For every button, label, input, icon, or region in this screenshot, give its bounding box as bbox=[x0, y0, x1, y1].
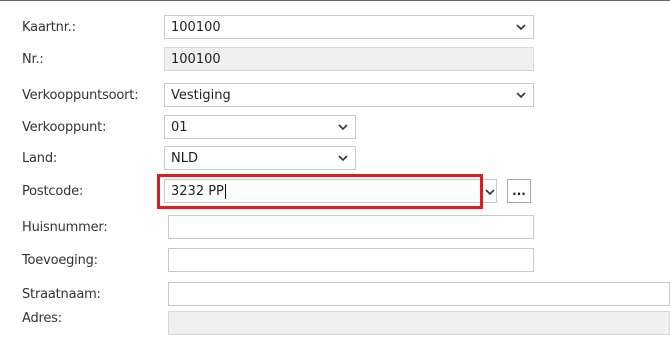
verkooppuntsoort-select[interactable]: Vestiging bbox=[164, 83, 534, 107]
verkooppuntsoort-value: Vestiging bbox=[171, 87, 231, 103]
row-straatnaam: Straatnaam: bbox=[0, 279, 670, 309]
label-toevoeging: Toevoeging: bbox=[22, 252, 98, 268]
top-divider bbox=[0, 0, 670, 1]
row-toevoeging: Toevoeging: bbox=[0, 245, 670, 275]
label-postcode: Postcode: bbox=[22, 183, 84, 199]
verkooppunt-value: 01 bbox=[171, 119, 188, 135]
label-verkooppunt: Verkooppunt: bbox=[22, 119, 107, 135]
row-postcode: Postcode: 3232 PP ... bbox=[0, 176, 670, 206]
land-value: NLD bbox=[171, 150, 198, 166]
nr-field: 100100 bbox=[164, 47, 534, 71]
row-kaartnr: Kaartnr.: 100100 bbox=[0, 12, 670, 42]
chevron-down-icon[interactable] bbox=[484, 186, 496, 196]
label-nr: Nr.: bbox=[22, 51, 44, 67]
postcode-input[interactable]: 3232 PP bbox=[164, 179, 497, 203]
label-land: Land: bbox=[22, 150, 58, 166]
chevron-down-icon[interactable] bbox=[515, 22, 527, 32]
kaartnr-value: 100100 bbox=[171, 19, 221, 35]
straatnaam-input[interactable] bbox=[168, 282, 670, 306]
row-adres: Adres: bbox=[0, 308, 670, 338]
kaartnr-select[interactable]: 100100 bbox=[164, 15, 534, 39]
chevron-down-icon[interactable] bbox=[337, 153, 349, 163]
row-verkooppuntsoort: Verkooppuntsoort: Vestiging bbox=[0, 80, 670, 110]
label-verkooppuntsoort: Verkooppuntsoort: bbox=[22, 87, 139, 103]
adres-field bbox=[168, 311, 670, 335]
verkooppunt-select[interactable]: 01 bbox=[164, 115, 356, 139]
text-cursor bbox=[224, 183, 226, 199]
huisnummer-input[interactable] bbox=[168, 215, 534, 239]
row-land: Land: NLD bbox=[0, 143, 670, 173]
chevron-down-icon[interactable] bbox=[515, 90, 527, 100]
label-huisnummer: Huisnummer: bbox=[22, 219, 108, 235]
toevoeging-input[interactable] bbox=[168, 248, 534, 272]
label-adres: Adres: bbox=[22, 311, 62, 326]
label-straatnaam: Straatnaam: bbox=[22, 286, 101, 302]
row-huisnummer: Huisnummer: bbox=[0, 212, 670, 242]
row-verkooppunt: Verkooppunt: 01 bbox=[0, 112, 670, 142]
nr-value: 100100 bbox=[171, 51, 221, 67]
row-nr: Nr.: 100100 bbox=[0, 44, 670, 74]
label-kaartnr: Kaartnr.: bbox=[22, 19, 76, 35]
postcode-value: 3232 PP bbox=[171, 183, 224, 199]
land-select[interactable]: NLD bbox=[164, 146, 356, 170]
postcode-lookup-button[interactable]: ... bbox=[507, 179, 531, 203]
chevron-down-icon[interactable] bbox=[337, 122, 349, 132]
